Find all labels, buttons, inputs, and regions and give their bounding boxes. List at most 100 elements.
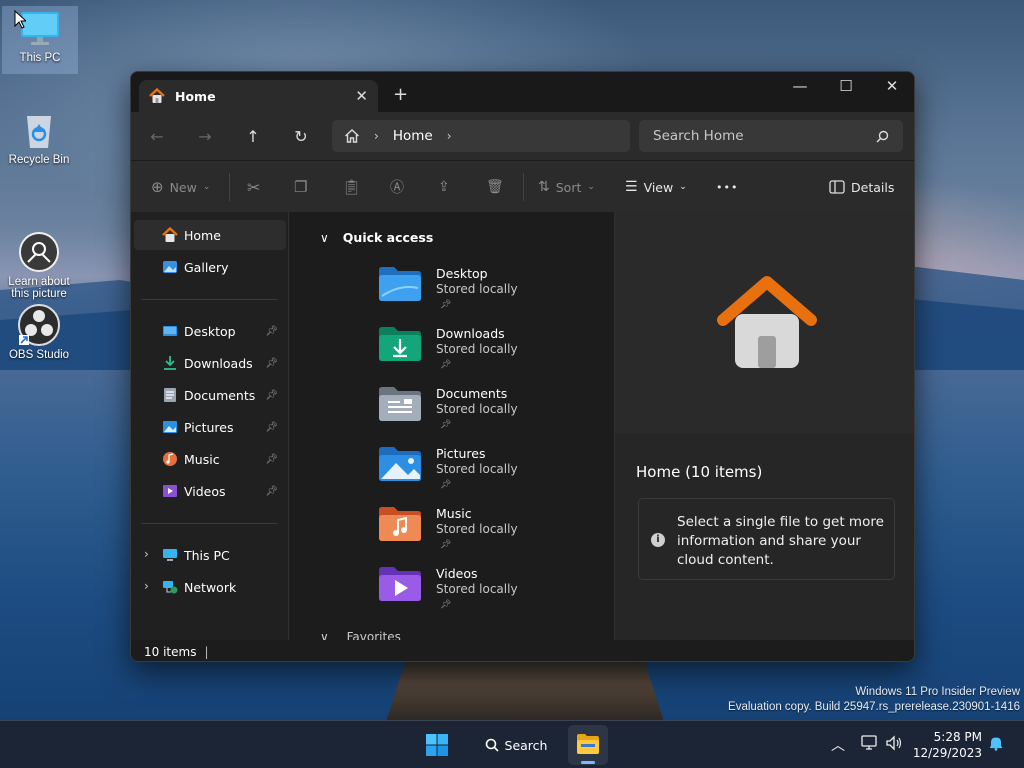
sidebar-item-downloads[interactable]: Downloads 📌︎ [134,348,286,378]
quick-access-item-music[interactable]: Music Stored locally 📌︎ [378,506,598,562]
pin-icon: 📌︎ [440,540,452,550]
home-content-pane: ∨ Quick access Desktop Stored locally 📌︎… [290,212,614,640]
quick-access-header[interactable]: ∨ Quick access [320,230,433,245]
sidebar-item-network[interactable]: › Network [134,572,286,602]
pictures-folder-icon [163,421,177,433]
sidebar-item-label: Downloads [184,355,253,371]
copy-icon: ❐ [294,178,308,196]
pin-icon: 📌︎ [265,325,278,337]
wallpaper-pier [385,655,665,725]
camera-icon [17,218,61,272]
toolbar-divider [229,173,230,201]
search-icon [876,130,889,142]
desktop-icon-obs-studio[interactable]: OBS Studio [1,303,77,361]
new-tab-button[interactable]: + [393,84,408,105]
paste-button[interactable]: 📋︎ [342,175,361,199]
trash-icon: 🗑︎ [486,179,504,195]
title-bar[interactable]: Home ✕ + — ☐ ✕ [131,72,914,112]
forward-arrow-icon[interactable]: → [193,124,217,148]
volume-icon[interactable] [885,735,903,751]
rename-button[interactable]: Ⓐ [390,175,404,199]
sidebar-item-music[interactable]: Music 📌︎ [134,444,286,474]
view-button[interactable]: ☰ View ⌄ [625,175,687,199]
breadcrumb-chevron-icon[interactable]: › [447,129,452,143]
quick-access-item-videos[interactable]: Videos Stored locally 📌︎ [378,566,598,622]
pin-icon: 📌︎ [265,453,278,465]
more-options-icon[interactable]: ••• [716,175,738,199]
details-preview [615,212,914,434]
status-separator: | [204,644,209,659]
windows-start-icon[interactable] [425,733,449,757]
address-bar[interactable]: › Home › [332,120,630,152]
quick-access-item-documents[interactable]: Documents Stored locally 📌︎ [378,386,598,442]
item-status: Stored locally [436,342,518,356]
desktop-icon-learn-about-picture[interactable]: Learn about this picture [1,206,77,312]
sort-button[interactable]: ⇅ Sort ⌄ [538,175,595,199]
sidebar-item-home[interactable]: Home [134,220,286,250]
desktop-icon-label: OBS Studio [8,349,70,361]
back-arrow-icon[interactable]: ← [145,124,169,148]
search-box[interactable] [639,120,903,152]
sidebar-item-pictures[interactable]: Pictures 📌︎ [134,412,286,442]
quick-access-item-desktop[interactable]: Desktop Stored locally 📌︎ [378,266,598,322]
share-button[interactable]: ⇪ [438,175,450,199]
breadcrumb-home[interactable]: Home [393,128,433,144]
documents-folder-icon [379,387,421,421]
delete-button[interactable]: 🗑︎ [486,175,504,199]
favorites-header[interactable]: ∨ Favorites [320,630,401,640]
quick-access-item-downloads[interactable]: Downloads Stored locally 📌︎ [378,326,598,382]
obs-icon [17,303,61,347]
minimize-button[interactable]: — [777,72,823,100]
chevron-right-icon[interactable]: › [144,579,149,593]
sidebar-item-videos[interactable]: Videos 📌︎ [134,476,286,506]
maximize-button[interactable]: ☐ [823,72,869,100]
recycle-bin-icon [17,108,61,152]
search-input[interactable] [653,128,876,144]
taskbar: Search ︿ 5:28 PM 12/29/2023 [0,720,1024,768]
item-name: Music [436,506,472,521]
sidebar-item-label: Documents [184,387,256,403]
cut-button[interactable]: ✂ [247,175,260,199]
quick-access-item-pictures[interactable]: Pictures Stored locally 📌︎ [378,446,598,502]
item-name: Documents [436,386,508,401]
network-status-icon[interactable] [861,735,879,751]
details-pane-button[interactable]: Details [829,175,894,199]
taskbar-search-label: Search [504,737,548,753]
pin-icon: 📌︎ [265,357,278,369]
refresh-icon[interactable]: ↻ [289,124,313,148]
up-arrow-icon[interactable]: ↑ [241,124,265,148]
sidebar-item-label: Network [184,579,237,595]
home-icon [162,227,178,242]
add-circle-icon: ⊕ [151,178,164,196]
file-explorer-window: Home ✕ + — ☐ ✕ ← → ↑ ↻ › Home › Search H… [130,71,915,662]
copy-button[interactable]: ❐ [294,175,307,199]
favorites-heading: Favorites [346,630,401,640]
address-home-icon [345,129,359,143]
pin-icon: 📌︎ [440,420,452,430]
show-hidden-icons-chevron-icon[interactable]: ︿ [831,735,845,755]
tab-close-icon[interactable]: ✕ [355,87,368,105]
sidebar-item-this-pc[interactable]: › This PC [134,540,286,570]
sidebar-item-gallery[interactable]: Gallery [134,252,286,282]
close-window-button[interactable]: ✕ [869,72,914,100]
taskbar-search-button[interactable]: Search [476,729,556,761]
new-button[interactable]: ⊕ New ⌄ [151,175,210,199]
share-icon: ⇪ [438,179,450,195]
desktop-icon-recycle-bin[interactable]: Recycle Bin [1,108,77,166]
taskbar-file-explorer[interactable] [568,725,608,765]
downloads-folder-icon [164,356,176,370]
item-status: Stored locally [436,582,518,596]
chevron-down-icon: ∨ [320,630,329,640]
sidebar-item-desktop[interactable]: Desktop 📌︎ [134,316,286,346]
clock[interactable]: 5:28 PM 12/29/2023 [912,729,982,761]
chevron-right-icon[interactable]: › [144,547,149,561]
clipboard-icon: 📋︎ [342,178,362,196]
notification-bell-icon[interactable] [988,735,1004,751]
details-pane-icon [829,180,845,194]
tab-home[interactable]: Home ✕ [139,80,378,112]
item-status: Stored locally [436,522,518,536]
search-icon [485,738,499,752]
sidebar-item-documents[interactable]: Documents 📌︎ [134,380,286,410]
sidebar-item-label: Gallery [184,259,229,275]
details-info-text: Select a single file to get more informa… [677,514,884,568]
